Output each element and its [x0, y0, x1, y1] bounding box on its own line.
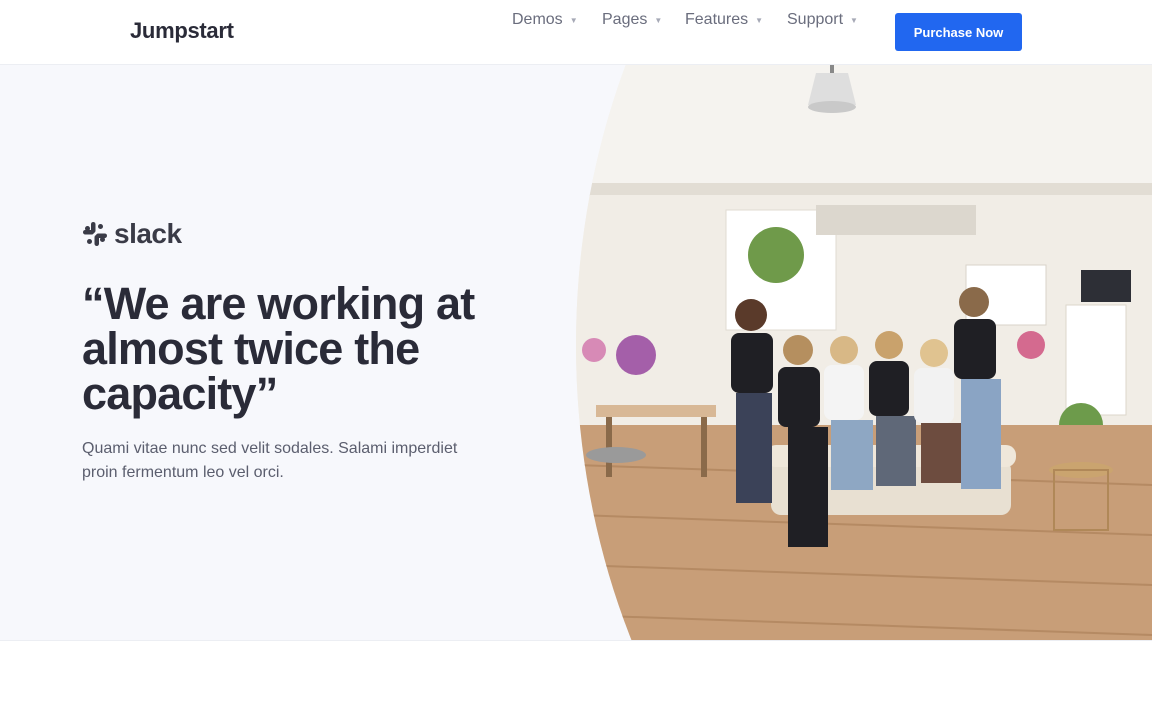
testimonial-quote: “We are working at almost twice the capa… [82, 278, 475, 419]
nav-label: Support [787, 11, 844, 28]
purchase-now-button[interactable]: Purchase Now [895, 13, 1022, 51]
team-photo [576, 65, 1152, 640]
caret-down-icon: ▼ [654, 15, 663, 25]
nav-item-support[interactable]: Support ▼ [787, 11, 858, 29]
nav-label: Demos [512, 11, 563, 28]
hero-section: slack “We are working at almost twice th… [0, 65, 1152, 641]
nav-item-demos[interactable]: Demos ▼ [512, 11, 578, 29]
caret-down-icon: ▼ [755, 15, 764, 25]
nav-item-pages[interactable]: Pages ▼ [602, 11, 662, 29]
caret-down-icon: ▼ [850, 15, 858, 25]
caret-down-icon: ▼ [569, 15, 578, 25]
office-team-illustration [576, 65, 1152, 640]
slack-logo-icon [83, 222, 107, 246]
brand-logo[interactable]: Jumpstart [130, 18, 234, 44]
testimonial-body: Quami vitae nunc sed velit sodales. Sala… [82, 440, 458, 481]
customer-logo: slack [82, 218, 182, 250]
site-header: Jumpstart Demos ▼ Pages ▼ Features ▼ Sup… [0, 0, 1152, 65]
nav-label: Features [685, 11, 749, 28]
nav-label: Pages [602, 11, 648, 28]
logo-wordmark: slack [114, 218, 182, 249]
nav-item-features[interactable]: Features ▼ [685, 11, 763, 29]
